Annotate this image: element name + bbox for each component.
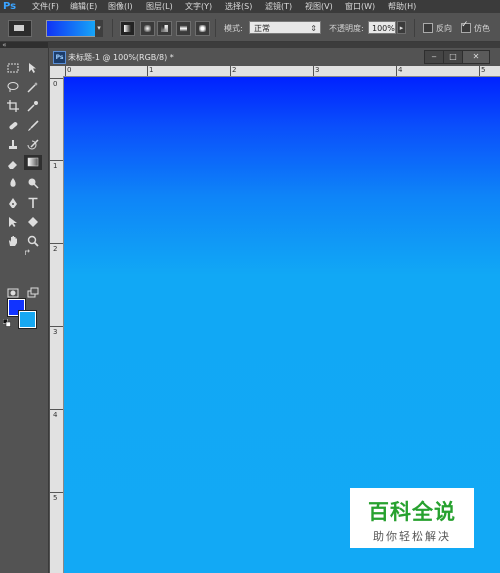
ruler-h-label: 4 bbox=[398, 66, 403, 74]
separator bbox=[414, 19, 415, 37]
restore-button[interactable]: □ bbox=[443, 50, 463, 64]
menu-help[interactable]: 帮助(H) bbox=[388, 0, 416, 13]
vertical-ruler[interactable]: 0 1 2 3 4 5 bbox=[50, 76, 64, 573]
diamond-gradient-button[interactable] bbox=[195, 21, 210, 36]
separator bbox=[215, 19, 216, 37]
ruler-tick bbox=[50, 243, 63, 244]
watermark-title: 百科全说 bbox=[368, 500, 456, 524]
menu-file[interactable]: 文件(F) bbox=[32, 0, 59, 13]
opacity-slider-arrow[interactable]: ▸ bbox=[397, 21, 406, 34]
chevron-updown-icon: ⇕ bbox=[310, 24, 317, 33]
ruler-h-label: 1 bbox=[149, 66, 154, 74]
ruler-v-label: 1 bbox=[53, 162, 58, 170]
ruler-h-label: 5 bbox=[481, 66, 486, 74]
dodge-tool-icon[interactable] bbox=[24, 176, 42, 191]
gradient-picker-arrow[interactable]: ▾ bbox=[95, 20, 103, 37]
ruler-tick bbox=[396, 66, 397, 76]
ps-document-icon: Ps bbox=[53, 51, 66, 64]
document-title: 未标题-1 @ 100%(RGB/8) * bbox=[68, 53, 174, 62]
ruler-tick bbox=[50, 492, 63, 493]
opacity-label: 不透明度: bbox=[329, 24, 364, 33]
angle-gradient-button[interactable] bbox=[157, 21, 172, 36]
eyedropper-tool-icon[interactable] bbox=[24, 99, 42, 114]
blur-tool-icon[interactable] bbox=[4, 176, 22, 191]
minimize-button[interactable]: ‒ bbox=[424, 50, 444, 64]
lasso-tool-icon[interactable] bbox=[4, 80, 22, 95]
menu-image[interactable]: 图像(I) bbox=[108, 0, 133, 13]
screen-mode-icon[interactable] bbox=[24, 286, 42, 301]
menu-type[interactable]: 文字(Y) bbox=[185, 0, 212, 13]
ruler-tick bbox=[50, 78, 63, 79]
ruler-v-label: 3 bbox=[53, 328, 58, 336]
default-colors-icon[interactable] bbox=[2, 318, 15, 329]
menu-window[interactable]: 窗口(W) bbox=[345, 0, 375, 13]
crop-tool-icon[interactable] bbox=[4, 99, 22, 114]
background-color-swatch[interactable] bbox=[18, 310, 37, 329]
mode-value: 正常 bbox=[254, 24, 270, 33]
mode-select[interactable]: 正常 ⇕ bbox=[249, 21, 321, 34]
move-tool-icon[interactable] bbox=[24, 61, 42, 76]
watermark-subtitle: 助你轻松解决 bbox=[373, 530, 451, 543]
clone-stamp-tool-icon[interactable] bbox=[4, 138, 22, 153]
tool-preset-picker[interactable] bbox=[8, 20, 32, 37]
hand-tool-icon[interactable] bbox=[4, 234, 22, 249]
horizontal-ruler[interactable]: 0 1 2 3 4 5 bbox=[63, 66, 500, 77]
document-tab[interactable]: Ps 未标题-1 @ 100%(RGB/8) * ‒ □ ✕ bbox=[50, 48, 500, 67]
opacity-input[interactable]: 100% bbox=[368, 21, 396, 34]
menu-edit[interactable]: 编辑(E) bbox=[70, 0, 97, 13]
close-button[interactable]: ✕ bbox=[462, 50, 490, 64]
photoshop-logo: Ps bbox=[3, 1, 17, 12]
pen-tool-icon[interactable] bbox=[4, 196, 22, 211]
type-tool-icon[interactable] bbox=[24, 196, 42, 211]
watermark-logo: 百科全说 助你轻松解决 bbox=[350, 488, 474, 548]
marquee-tool-icon[interactable] bbox=[4, 61, 22, 76]
reverse-label: 反向 bbox=[436, 24, 452, 33]
zoom-tool-icon[interactable] bbox=[24, 234, 42, 249]
menu-view[interactable]: 视图(V) bbox=[305, 0, 333, 13]
ruler-tick bbox=[50, 409, 63, 410]
mode-label: 模式: bbox=[224, 24, 243, 33]
reverse-checkbox[interactable] bbox=[423, 23, 433, 33]
magic-wand-tool-icon[interactable] bbox=[24, 80, 42, 95]
radial-gradient-button[interactable] bbox=[140, 21, 155, 36]
ruler-tick bbox=[147, 66, 148, 76]
toolbox bbox=[0, 48, 49, 573]
swap-colors-icon[interactable] bbox=[24, 249, 34, 259]
menu-select[interactable]: 选择(S) bbox=[225, 0, 252, 13]
menu-filter[interactable]: 滤镜(T) bbox=[265, 0, 292, 13]
ruler-h-label: 2 bbox=[232, 66, 237, 74]
path-selection-tool-icon[interactable] bbox=[4, 215, 22, 230]
brush-tool-icon[interactable] bbox=[24, 119, 42, 134]
ruler-tick bbox=[50, 160, 63, 161]
linear-gradient-button[interactable] bbox=[120, 21, 135, 36]
reflected-gradient-button[interactable] bbox=[176, 21, 191, 36]
shape-tool-icon[interactable] bbox=[24, 215, 42, 230]
ruler-h-label: 0 bbox=[67, 66, 72, 74]
gradient-preview[interactable] bbox=[46, 20, 96, 37]
ruler-v-label: 4 bbox=[53, 411, 58, 419]
quick-mask-icon[interactable] bbox=[4, 286, 22, 301]
healing-brush-tool-icon[interactable] bbox=[4, 119, 22, 134]
ruler-tick bbox=[230, 66, 231, 76]
options-bar: ▾ 模式: 正常 ⇕ 不透明度: 100% ▸ 反向 仿色 bbox=[0, 13, 500, 42]
eraser-tool-icon[interactable] bbox=[4, 157, 22, 172]
separator bbox=[112, 19, 113, 37]
ruler-tick bbox=[479, 66, 480, 76]
dither-checkbox[interactable] bbox=[461, 20, 471, 33]
ruler-tick bbox=[313, 66, 314, 76]
ruler-v-label: 5 bbox=[53, 494, 58, 502]
menu-layer[interactable]: 图层(L) bbox=[146, 0, 173, 13]
menu-bar: Ps 文件(F) 编辑(E) 图像(I) 图层(L) 文字(Y) 选择(S) 滤… bbox=[0, 0, 500, 13]
ruler-tick bbox=[50, 326, 63, 327]
ruler-v-label: 2 bbox=[53, 245, 58, 253]
gradient-tool-icon[interactable] bbox=[24, 155, 42, 170]
ruler-tick bbox=[65, 66, 66, 76]
ruler-h-label: 3 bbox=[315, 66, 320, 74]
history-brush-tool-icon[interactable] bbox=[24, 138, 42, 153]
dither-label: 仿色 bbox=[474, 24, 490, 33]
ruler-v-label: 0 bbox=[53, 80, 58, 88]
